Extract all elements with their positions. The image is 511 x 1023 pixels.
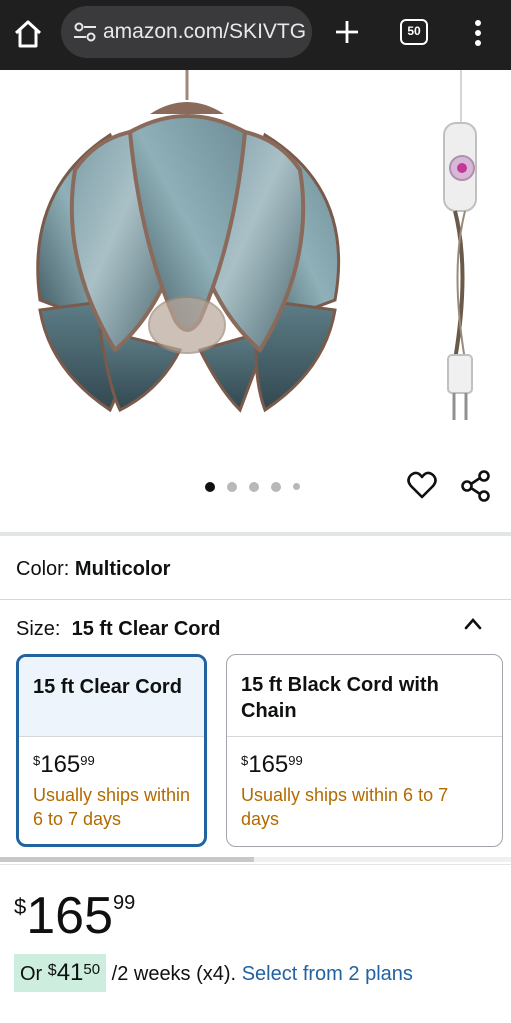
size-option-price: $16599 [33,751,95,779]
carousel-dot[interactable] [293,483,300,490]
new-tab-icon[interactable] [333,18,361,46]
price-whole: 165 [248,751,289,778]
section-divider [0,864,511,865]
tab-switcher-button[interactable]: 50 [400,19,428,45]
size-option-title: 15 ft Clear Cord [33,676,182,698]
scrollbar-thumb[interactable] [0,857,254,862]
size-selection[interactable]: Size: 15 ft Clear Cord [16,618,221,641]
installment-symbol: $ [47,962,57,979]
installment-prefix: Or [20,963,48,985]
color-selection: Color: Multicolor [16,558,170,581]
price-whole: 165 [40,751,81,778]
lotus-pendant-lamp-image [36,70,477,420]
share-icon[interactable] [460,469,492,503]
size-option-clear-cord[interactable]: 15 ft Clear Cord $16599 Usually ships wi… [16,654,207,847]
price-whole: 165 [26,887,114,945]
size-option-header: 15 ft Clear Cord [19,657,204,737]
url-text[interactable]: amazon.com/SKIVTG [103,19,308,45]
address-bar[interactable]: amazon.com/SKIVTG [61,6,312,58]
size-option-shipping: Usually ships within 6 to 7 days [33,785,191,829]
select-plan-link[interactable]: Select from 2 plans [242,963,413,985]
product-price: $16599 [14,886,135,946]
installment-fraction: 50 [83,961,101,978]
carousel-dot[interactable] [249,482,259,492]
price-fraction: 99 [113,892,136,914]
carousel-dot[interactable] [271,482,281,492]
product-image[interactable] [0,70,511,465]
price-symbol: $ [14,894,27,919]
price-symbol: $ [33,753,41,768]
size-option-title: 15 ft Black Cord with Chain [241,674,439,722]
carousel-dot[interactable] [205,482,215,492]
installment-suffix: /2 weeks (x4). [106,963,237,985]
home-icon[interactable] [12,18,44,50]
price-fraction: 99 [288,753,303,768]
installment-amount: 41 [56,959,84,986]
color-value: Multicolor [74,558,171,580]
size-value: 15 ft Clear Cord [71,618,221,640]
site-settings-icon[interactable] [72,20,98,44]
carousel-dot[interactable] [227,482,237,492]
size-option-shipping: Usually ships within 6 to 7 days [241,785,449,829]
section-divider [0,532,511,536]
size-option-price: $16599 [241,751,303,779]
browser-toolbar: amazon.com/SKIVTG 50 [0,0,511,70]
chevron-up-icon[interactable] [461,612,485,636]
heart-icon[interactable] [406,470,438,502]
size-option-black-cord[interactable]: 15 ft Black Cord with Chain $16599 Usual… [226,654,503,847]
color-label: Color: [16,558,70,580]
price-symbol: $ [241,753,249,768]
price-fraction: 99 [80,753,95,768]
installment-badge: Or $4150 [14,954,107,992]
image-carousel-dots[interactable] [200,480,310,494]
section-divider [0,599,511,600]
installment-offer: Or $4150 /2 weeks (x4). Select from 2 pl… [14,954,413,992]
size-option-header: 15 ft Black Cord with Chain [227,655,502,737]
size-label: Size: [16,618,61,640]
more-options-icon[interactable] [470,17,486,49]
